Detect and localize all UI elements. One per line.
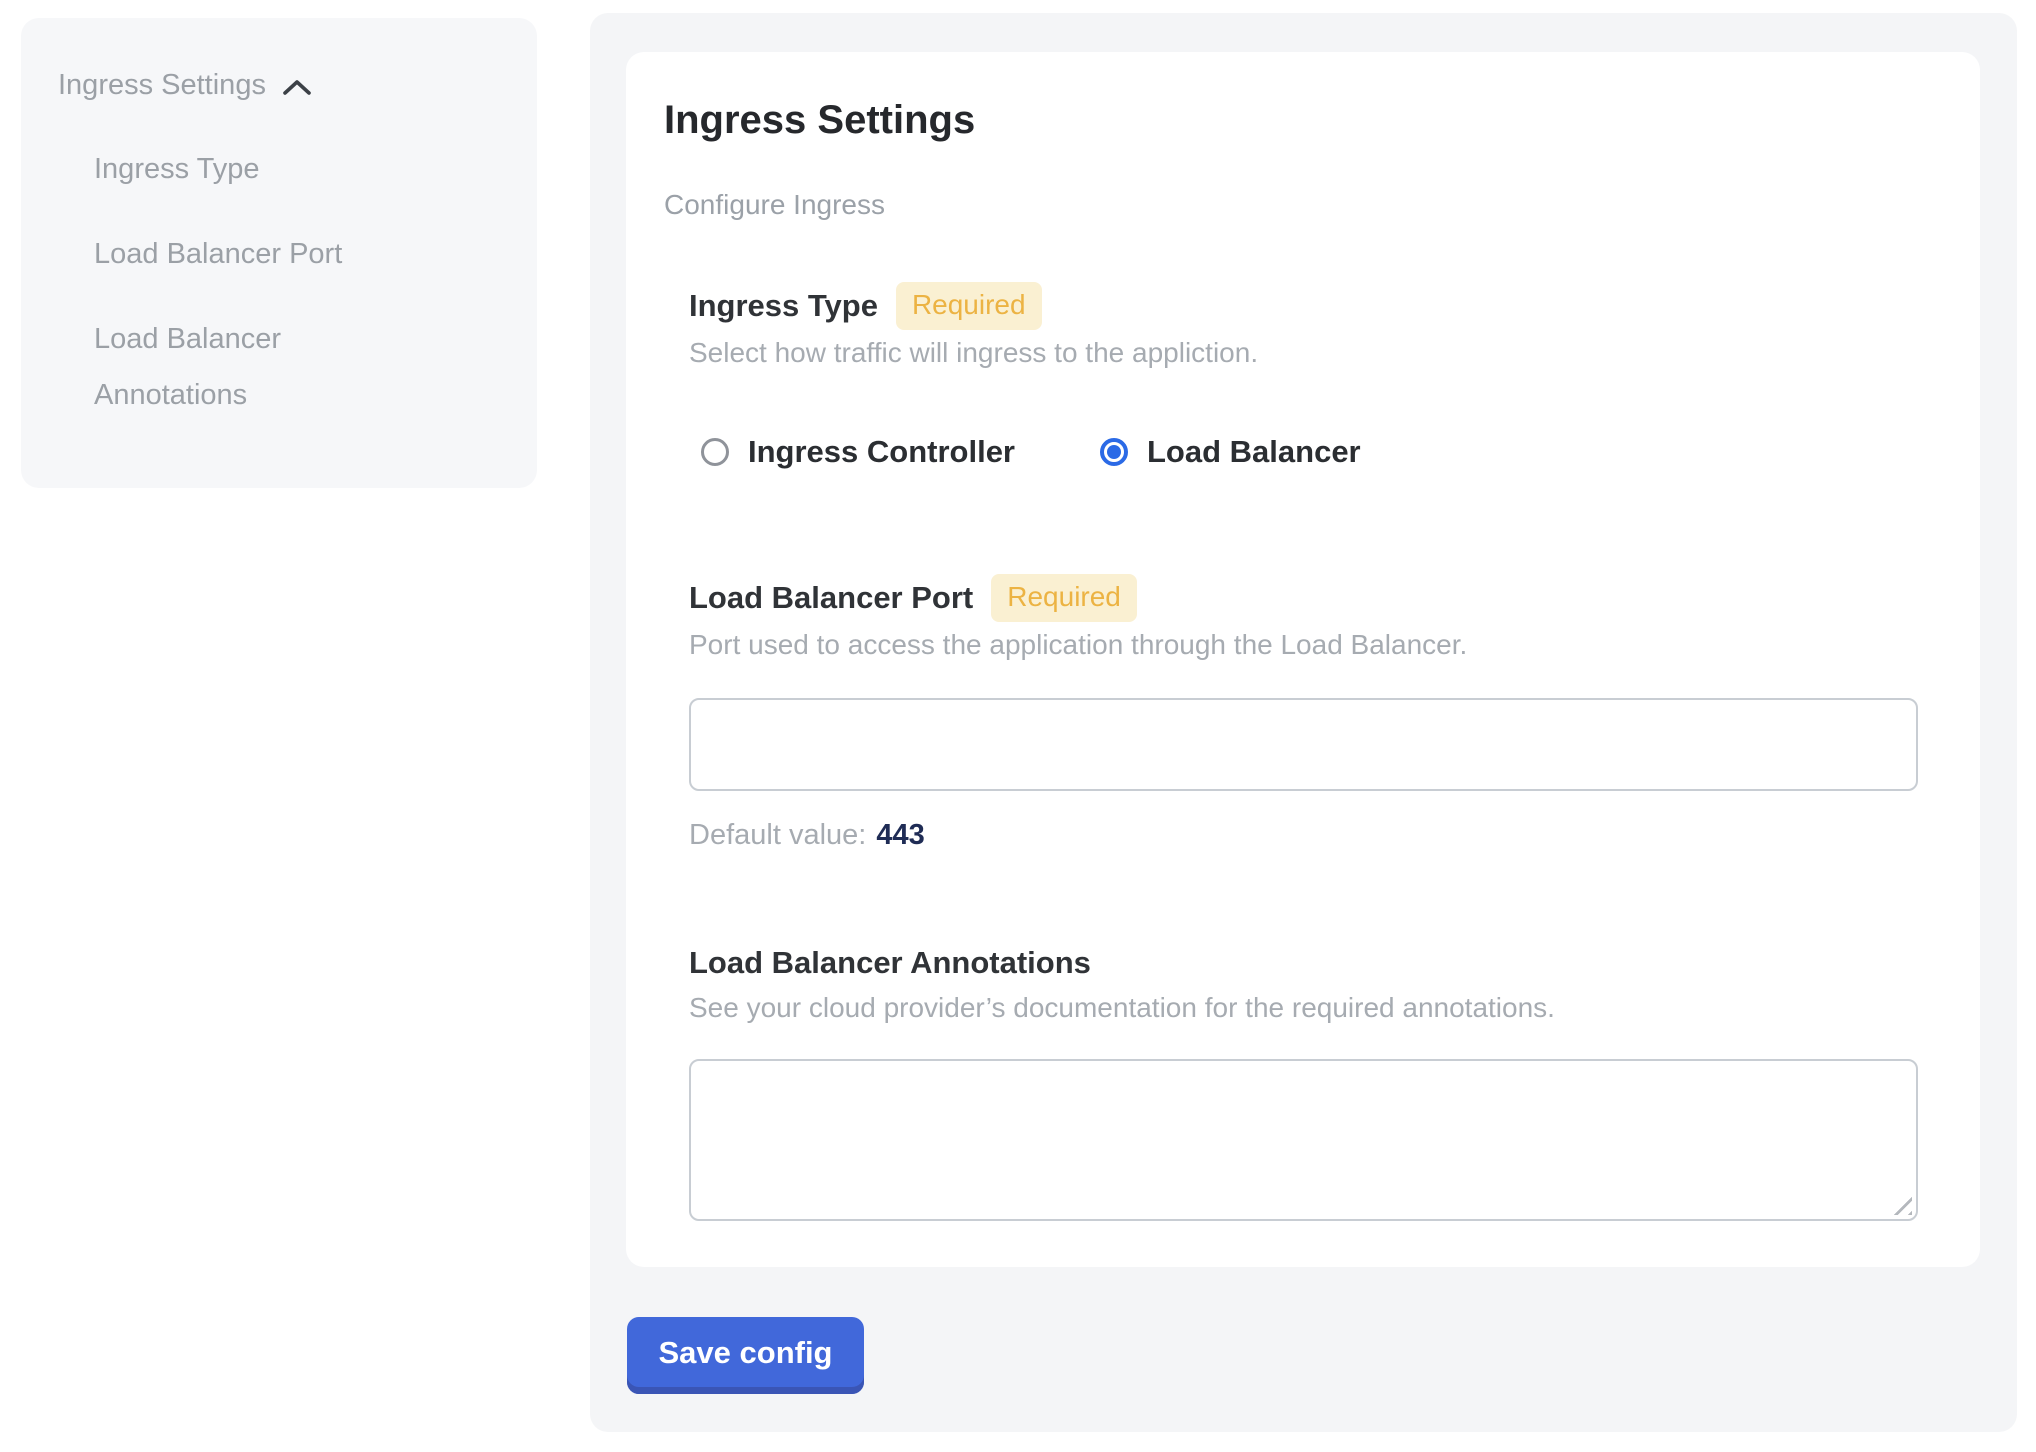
default-value-label: Default value: xyxy=(689,819,866,851)
section-load-balancer-port: Load Balancer Port Required Port used to… xyxy=(689,574,1918,853)
required-badge: Required xyxy=(991,574,1137,622)
sidebar-group-label: Ingress Settings xyxy=(58,67,266,103)
annotations-textarea-wrap xyxy=(689,1059,1918,1221)
radio-label-load-balancer: Load Balancer xyxy=(1147,434,1361,470)
section-ingress-type: Ingress Type Required Select how traffic… xyxy=(689,282,1918,470)
page-title: Ingress Settings xyxy=(664,96,1918,144)
load-balancer-port-input[interactable] xyxy=(689,698,1918,791)
default-value: 443 xyxy=(876,819,924,851)
default-value-row: Default value: 443 xyxy=(689,817,1918,853)
page-subtitle: Configure Ingress xyxy=(664,188,1918,222)
ingress-type-label: Ingress Type xyxy=(689,284,878,328)
radio-load-balancer[interactable] xyxy=(1100,438,1128,466)
sidebar-item-load-balancer-annotations[interactable]: Load Balancer Annotations xyxy=(94,311,434,423)
required-badge: Required xyxy=(896,282,1042,330)
save-config-button[interactable]: Save config xyxy=(627,1317,864,1394)
sidebar-item-list: Ingress Type Load Balancer Port Load Bal… xyxy=(21,141,537,423)
ingress-settings-card: Ingress Settings Configure Ingress Ingre… xyxy=(626,52,1980,1267)
settings-sidebar: Ingress Settings Ingress Type Load Balan… xyxy=(21,18,537,488)
sidebar-item-ingress-type[interactable]: Ingress Type xyxy=(94,141,434,197)
load-balancer-port-label: Load Balancer Port xyxy=(689,576,973,620)
load-balancer-port-helper: Port used to access the application thro… xyxy=(689,628,1918,662)
radio-option-load-balancer[interactable]: Load Balancer xyxy=(1100,434,1361,470)
load-balancer-annotations-textarea[interactable] xyxy=(689,1059,1918,1221)
main-panel: Ingress Settings Configure Ingress Ingre… xyxy=(590,13,2017,1432)
load-balancer-annotations-helper: See your cloud provider’s documentation … xyxy=(689,991,1918,1025)
chevron-up-icon xyxy=(282,78,312,96)
sidebar-item-load-balancer-port[interactable]: Load Balancer Port xyxy=(94,226,434,282)
load-balancer-annotations-label: Load Balancer Annotations xyxy=(689,941,1091,985)
sidebar-group-ingress-settings[interactable]: Ingress Settings xyxy=(21,18,537,103)
ingress-type-radio-group: Ingress Controller Load Balancer xyxy=(701,434,1918,470)
radio-label-ingress-controller: Ingress Controller xyxy=(748,434,1015,470)
section-load-balancer-annotations: Load Balancer Annotations See your cloud… xyxy=(689,941,1918,1221)
radio-ingress-controller[interactable] xyxy=(701,438,729,466)
radio-option-ingress-controller[interactable]: Ingress Controller xyxy=(701,434,1015,470)
ingress-type-helper: Select how traffic will ingress to the a… xyxy=(689,336,1918,370)
